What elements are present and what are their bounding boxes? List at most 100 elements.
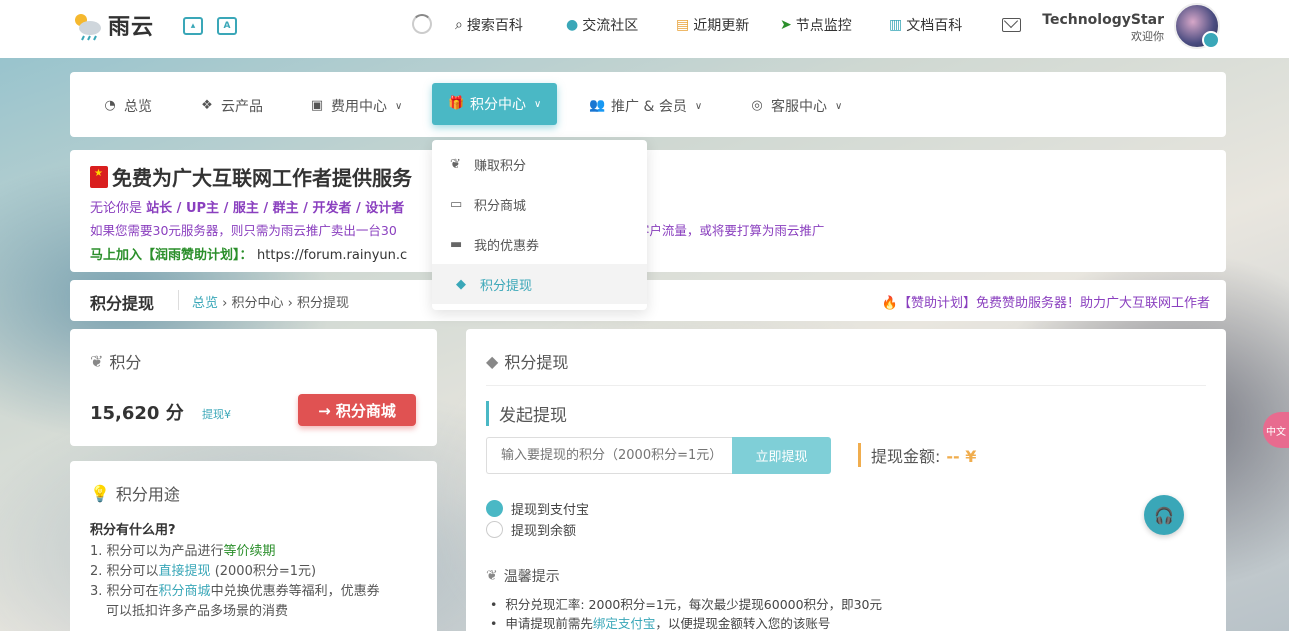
nav-community-label: 交流社区 [582,18,639,34]
menu-support[interactable]: ◎ 客服中心 ∨ [749,96,842,116]
language-edge-button[interactable]: 中文 [1263,412,1289,448]
main-menu: ◔ 总览 ❖ 云产品 ▣ 费用中心 ∨ 🎁 积分中心 ∨ 👥 推广 & 会员 ∨ ◎ 客服中心 ∨ [70,72,1226,137]
loading-spinner-icon [412,14,432,34]
avatar[interactable] [1174,3,1220,49]
breadcrumb-home[interactable]: 总览 [192,296,218,311]
user-info[interactable]: TechnologyStar 欢迎你 [1042,12,1164,44]
withdraw-card-header: ◆ 积分提现 [486,349,1206,373]
menu-overview[interactable]: ◔ 总览 [102,96,152,116]
banner-roles: 无论你是 站长 / UP主 / 服主 / 群主 / 开发者 / 设计者 [90,197,1206,216]
nav-monitor[interactable]: ➤ 节点监控 [780,15,852,35]
usage-item-text: 可以抵扣许多产品多场景的消费 [106,604,289,619]
breadcrumb-separator: › [287,296,297,311]
docs-icon: ▥ [889,17,903,33]
sponsor-promo-link[interactable]: 🔥【赞助计划】免费赞助服务器！助力广大互联网工作者 [882,292,1210,311]
cloud-badge-icon [1202,31,1220,49]
usage-item-text: (2000积分=1元) [210,564,317,579]
nav-updates[interactable]: ▤ 近期更新 [676,15,749,35]
radio-checked-icon [486,500,503,517]
dropdown-points-withdraw[interactable]: ◆ 积分提现 [432,264,647,304]
points-balance: 15,620 分 [90,403,184,424]
nav-community[interactable]: ● 交流社区 [566,15,638,35]
dropdown-earn-points[interactable]: ❦ 赚取积分 [432,144,647,184]
breadcrumb: 总览 › 积分中心 › 积分提现 [192,292,349,311]
user-welcome: 欢迎你 [1131,30,1164,43]
customer-service-button[interactable]: 🎧 [1144,495,1184,535]
withdraw-card-title: 积分提现 [504,353,569,372]
chevron-down-icon: ∨ [534,98,542,110]
menu-cloud-products-label: 云产品 [221,99,263,115]
translate-icon[interactable]: A [217,17,237,35]
nav-search[interactable]: ⌕ 搜索百科 [455,15,523,35]
radio-alipay-label: 提现到支付宝 [511,503,590,518]
usage-question: 积分有什么用? [90,523,176,538]
chevron-down-icon: ∨ [835,100,843,112]
logo[interactable]: 雨云 [70,8,154,42]
earn-icon: ❦ [450,156,461,172]
banner-desc: 如果您需要30元服务器，则只需为雨云推广卖出一台30 只要您有客户流量，或将要打算… [90,220,1206,239]
menu-promotion[interactable]: 👥 推广 & 会员 ∨ [589,96,702,116]
points-card-header: ❦ 积分 [90,349,141,373]
usage-item-highlight: 等价续期 [223,544,276,559]
withdraw-amount-display: 提现金额: -- ¥ [858,443,976,467]
lightbulb-icon: 💡 [90,483,110,503]
image-icon[interactable]: ▴ [183,17,203,35]
nav-monitor-label: 节点监控 [795,18,852,34]
amount-value: -- ¥ [946,447,977,466]
sponsor-banner: 免费为广大互联网工作者提供服务 无论你是 站长 / UP主 / 服主 / 群主 … [70,150,1226,272]
menu-billing-label: 费用中心 [331,99,387,115]
usage-item-text: 2. 积分可以 [90,564,159,579]
withdraw-amount-input[interactable] [486,437,732,474]
tip-text: 申请提现前需先 [505,616,593,631]
points-center-dropdown: ❦ 赚取积分 ▭ 积分商城 ▬ 我的优惠券 ◆ 积分提现 [432,140,647,310]
menu-cloud-products[interactable]: ❖ 云产品 [199,96,263,116]
mail-icon[interactable] [1002,18,1021,32]
withdraw-link[interactable]: 提现¥ [202,406,231,422]
breadcrumb-points[interactable]: 积分中心 [232,296,284,311]
points-store-link[interactable]: 积分商城 [159,584,211,599]
tip-item: 申请提现前需先绑定支付宝，以便提现金额转入您的该账号 [490,613,830,631]
page-header: 积分提现 总览 › 积分中心 › 积分提现 🔥【赞助计划】免费赞助服务器！助力广… [70,280,1226,321]
points-store-button[interactable]: → 积分商城 [298,394,416,426]
menu-billing[interactable]: ▣ 费用中心 ∨ [309,96,402,116]
banner-desc-left: 如果您需要30元服务器，则只需为雨云推广卖出一台30 [90,223,397,238]
withdraw-section-title: 发起提现 [486,401,567,426]
usage-item: 2. 积分可以直接提现 (2000积分=1元) [90,562,417,582]
withdraw-card: ◆ 积分提现 发起提现 立即提现 提现金额: -- ¥ 提现到支付宝 提现到余额 ❦… [466,329,1226,631]
coupon-icon: ▬ [450,236,463,252]
page-title: 积分提现 [90,294,155,313]
nav-docs-label: 文档百科 [906,18,963,34]
tips-header: ❦ 温馨提示 [486,566,560,586]
dropdown-coupons-label: 我的优惠券 [474,238,540,254]
store-icon: ▭ [450,196,463,212]
dashboard-icon: ◔ [104,98,116,113]
tip-text: 积分兑现汇率: 2000积分=1元，每次最少提现60000积分，即30元 [505,597,882,612]
chevron-down-icon: ∨ [694,100,703,112]
banner-title-text: 免费为广大互联网工作者提供服务 [112,166,412,190]
dropdown-my-coupons[interactable]: ▬ 我的优惠券 [432,224,647,264]
lotus-icon: ❦ [486,568,498,584]
points-card-title: 积分 [109,353,142,372]
update-icon: ▤ [676,17,690,33]
nav-docs[interactable]: ▥ 文档百科 [889,15,962,35]
dropdown-store-label: 积分商城 [474,198,527,214]
usage-item: 可以抵扣许多产品多场景的消费 [90,602,417,622]
withdraw-submit-button[interactable]: 立即提现 [732,437,831,474]
banner-roles-prefix: 无论你是 [90,201,143,216]
radio-balance[interactable]: 提现到余额 [486,520,576,539]
usage-item-text: 中兑换优惠券等福利，优惠券 [210,584,380,599]
menu-points-center[interactable]: 🎁 积分中心 ∨ [432,83,558,125]
radio-alipay[interactable]: 提现到支付宝 [486,499,589,518]
search-icon: ⌕ [455,17,463,33]
tip-item: 积分兑现汇率: 2000积分=1元，每次最少提现60000积分，即30元 [490,594,882,613]
direct-withdraw-link[interactable]: 直接提现 [159,564,211,579]
banner-join-link[interactable]: https://forum.rainyun.c [257,248,407,263]
usage-item-text: 1. 积分可以为产品进行 [90,544,224,559]
dropdown-points-store[interactable]: ▭ 积分商城 [432,184,647,224]
bind-alipay-link[interactable]: 绑定支付宝 [593,616,656,631]
breadcrumb-current: 积分提现 [297,296,350,311]
banner-roles-list: 站长 / UP主 / 服主 / 群主 / 开发者 / 设计者 [146,201,405,216]
menu-support-label: 客服中心 [771,99,827,115]
divider [486,385,1206,386]
weather-logo-icon [70,8,104,42]
